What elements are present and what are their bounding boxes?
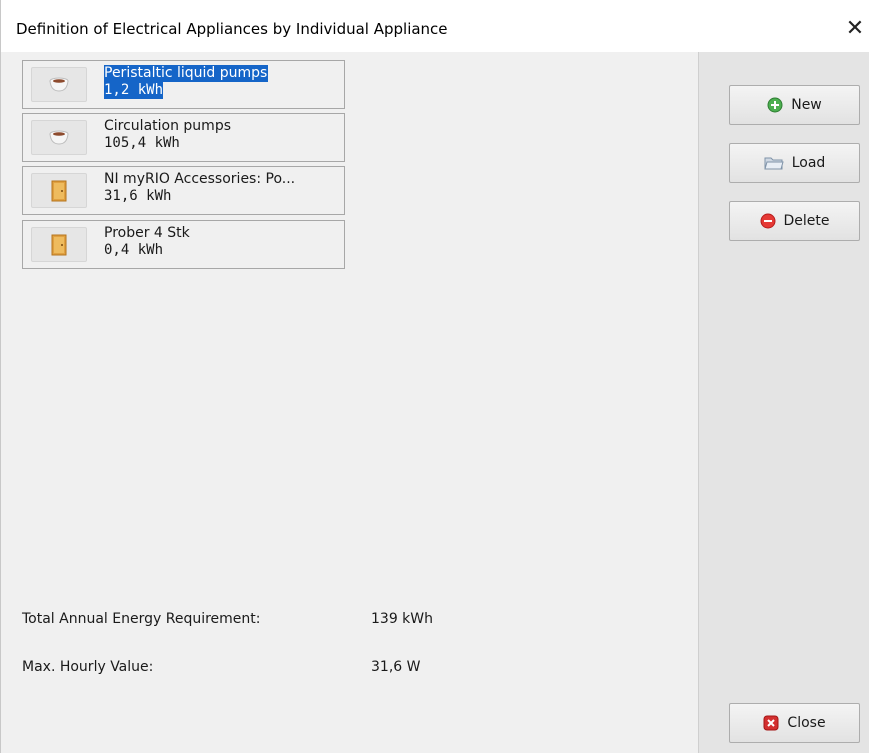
delete-button-label: Delete [783, 213, 830, 229]
window-title: Definition of Electrical Appliances by I… [16, 20, 448, 38]
close-button-label: Close [787, 715, 826, 731]
new-button-label: New [791, 97, 822, 113]
appliance-name: Peristaltic liquid pumps [104, 65, 269, 82]
max-hourly-value: 31,6 W [371, 659, 421, 675]
total-energy-label: Total Annual Energy Requirement: [22, 611, 261, 627]
list-item-circulation-pumps[interactable]: Circulation pumps 105,4 kWh [22, 113, 345, 162]
folder-icon [764, 155, 784, 171]
list-item-ni-myrio-accessories[interactable]: NI myRIO Accessories: Po... 31,6 kWh [22, 166, 345, 215]
close-x-icon [763, 715, 779, 731]
load-button-label: Load [791, 155, 826, 171]
appliance-energy: 105,4 kWh [104, 135, 180, 151]
door-icon [31, 173, 87, 208]
window-close-button[interactable]: ✕ [840, 13, 869, 43]
list-item-peristaltic-pumps[interactable]: Peristaltic liquid pumps 1,2 kWh [22, 60, 345, 109]
plus-circle-icon [767, 97, 783, 113]
total-energy-value: 139 kWh [371, 611, 433, 627]
appliance-name: NI myRIO Accessories: Po... [104, 171, 296, 187]
title-bar: Definition of Electrical Appliances by I… [1, 0, 869, 52]
appliance-name: Circulation pumps [104, 118, 231, 134]
minus-circle-icon [760, 213, 776, 229]
load-button[interactable]: Load [729, 143, 860, 183]
appliance-energy: 31,6 kWh [104, 188, 172, 204]
new-button[interactable]: New [729, 85, 860, 125]
appliance-energy: 1,2 kWh [104, 82, 164, 99]
door-icon [31, 227, 87, 262]
max-hourly-label: Max. Hourly Value: [22, 659, 154, 675]
close-button[interactable]: Close [729, 703, 860, 743]
list-item-prober[interactable]: Prober 4 Stk 0,4 kWh [22, 220, 345, 269]
dialog-window: Definition of Electrical Appliances by I… [0, 0, 869, 753]
delete-button[interactable]: Delete [729, 201, 860, 241]
appliance-name: Prober 4 Stk [104, 225, 190, 241]
cup-icon [31, 67, 87, 102]
appliance-energy: 0,4 kWh [104, 242, 164, 258]
cup-icon [31, 120, 87, 155]
